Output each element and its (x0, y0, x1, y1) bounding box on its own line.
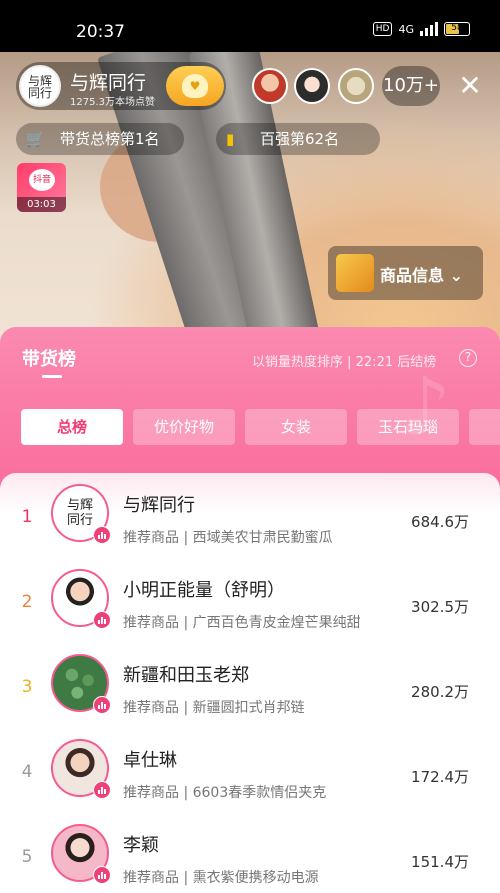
douyin-logo-icon: 抖音 (29, 169, 55, 191)
streamer-name: 新疆和田玉老郑 (123, 665, 249, 686)
signal-icon (420, 22, 438, 36)
live-indicator-icon (93, 866, 111, 884)
host-likes: 1275.3万本场点赞 (70, 97, 155, 108)
live-indicator-icon (93, 696, 111, 714)
live-indicator-icon (93, 611, 111, 629)
panel-title[interactable]: 带货榜 (22, 345, 76, 371)
sales-value: 280.2万 (411, 683, 469, 701)
viewer-avatar[interactable] (338, 68, 374, 104)
rank-number: 3 (21, 677, 33, 697)
streamer-name: 李颖 (123, 835, 159, 856)
top100-rank-pill[interactable]: ▮ 百强第62名 (216, 123, 380, 155)
battery-icon: 58 (444, 22, 470, 36)
viewer-count[interactable]: 10万+ (382, 66, 440, 106)
recommended-product: 推荐商品 | 广西百色青皮金煌芒果纯甜 (123, 615, 361, 631)
host-avatar[interactable]: 与辉 同行 (19, 65, 61, 107)
tab-jade[interactable]: 玉石玛瑙 (357, 409, 459, 445)
sales-value: 172.4万 (411, 768, 469, 786)
live-indicator-icon (93, 781, 111, 799)
panel-title-underline (42, 375, 62, 378)
cart-icon: 🛒 (26, 130, 45, 148)
ranking-row[interactable]: 3 新疆和田玉老郑 推荐商品 | 新疆圆扣式肖邦链 280.2万 (0, 643, 500, 728)
network-label: 4G (398, 22, 414, 36)
help-icon[interactable]: ? (459, 349, 477, 367)
host-name: 与辉同行 (70, 72, 147, 94)
top100-rank-label: 百强第62名 (260, 130, 340, 148)
rank-number: 1 (21, 507, 33, 527)
fan-club-button[interactable]: ♥ (166, 66, 224, 106)
bar-chart-icon: ▮ (226, 130, 235, 148)
viewer-avatar[interactable] (252, 68, 288, 104)
tab-womens-wear[interactable]: 女装 (245, 409, 347, 445)
ranking-panel: ♪ 带货榜 以销量热度排序 | 22:21 后结榜 ? 总榜 优价好物 女装 玉… (0, 327, 500, 893)
ranking-note: 以销量热度排序 | 22:21 后结榜 (252, 355, 437, 370)
close-icon[interactable]: ✕ (456, 72, 484, 100)
sales-rank-pill[interactable]: 🛒 带货总榜第1名 (16, 123, 184, 155)
ranking-row[interactable]: 1 与辉 同行 与辉同行 推荐商品 | 西域美农甘肃民勤蜜瓜 684.6万 (0, 473, 500, 558)
tab-value-goods[interactable]: 优价好物 (133, 409, 235, 445)
sales-value: 302.5万 (411, 598, 469, 616)
battery-level: 58 (451, 23, 463, 33)
ranking-row[interactable]: 2 小明正能量（舒明） 推荐商品 | 广西百色青皮金煌芒果纯甜 302.5万 (0, 558, 500, 643)
ranking-row[interactable]: 5 李颖 推荐商品 | 熏衣紫便携移动电源 151.4万 (0, 813, 500, 893)
chevron-down-icon: ⌄ (449, 266, 463, 285)
viewer-avatar[interactable] (294, 68, 330, 104)
lucky-bag-timer: 03:03 (17, 197, 66, 212)
streamer-name: 与辉同行 (123, 495, 195, 516)
rank-number: 2 (21, 592, 33, 612)
lucky-bag-button[interactable]: 抖音 03:03 (17, 163, 66, 212)
rank-number: 5 (21, 847, 33, 867)
tab-more[interactable] (469, 409, 500, 445)
streamer-name: 小明正能量（舒明） (123, 580, 285, 601)
ranking-list: 1 与辉 同行 与辉同行 推荐商品 | 西域美农甘肃民勤蜜瓜 684.6万 2 小… (0, 473, 500, 893)
sales-value: 151.4万 (411, 853, 469, 871)
sales-rank-label: 带货总榜第1名 (60, 130, 160, 148)
goods-info-button[interactable]: 商品信息 ⌄ (328, 246, 483, 300)
recommended-product: 推荐商品 | 熏衣紫便携移动电源 (123, 870, 319, 886)
tab-overall[interactable]: 总榜 (21, 409, 123, 445)
sales-value: 684.6万 (411, 513, 469, 531)
rank-number: 4 (21, 762, 33, 782)
ranking-row[interactable]: 4 卓仕琳 推荐商品 | 6603春季款情侣夹克 172.4万 (0, 728, 500, 813)
recommended-product: 推荐商品 | 6603春季款情侣夹克 (123, 785, 327, 801)
goods-thumbnail (336, 254, 374, 292)
live-indicator-icon (93, 526, 111, 544)
streamer-name: 卓仕琳 (123, 750, 177, 771)
goods-info-label: 商品信息 (380, 266, 445, 285)
recommended-product: 推荐商品 | 西域美农甘肃民勤蜜瓜 (123, 530, 333, 546)
recommended-product: 推荐商品 | 新疆圆扣式肖邦链 (123, 700, 305, 716)
heart-icon: ♥ (182, 74, 208, 98)
hd-icon: HD (372, 22, 393, 36)
status-bar: 20:37 HD 4G 58 (0, 0, 500, 52)
status-time: 20:37 (76, 22, 125, 42)
